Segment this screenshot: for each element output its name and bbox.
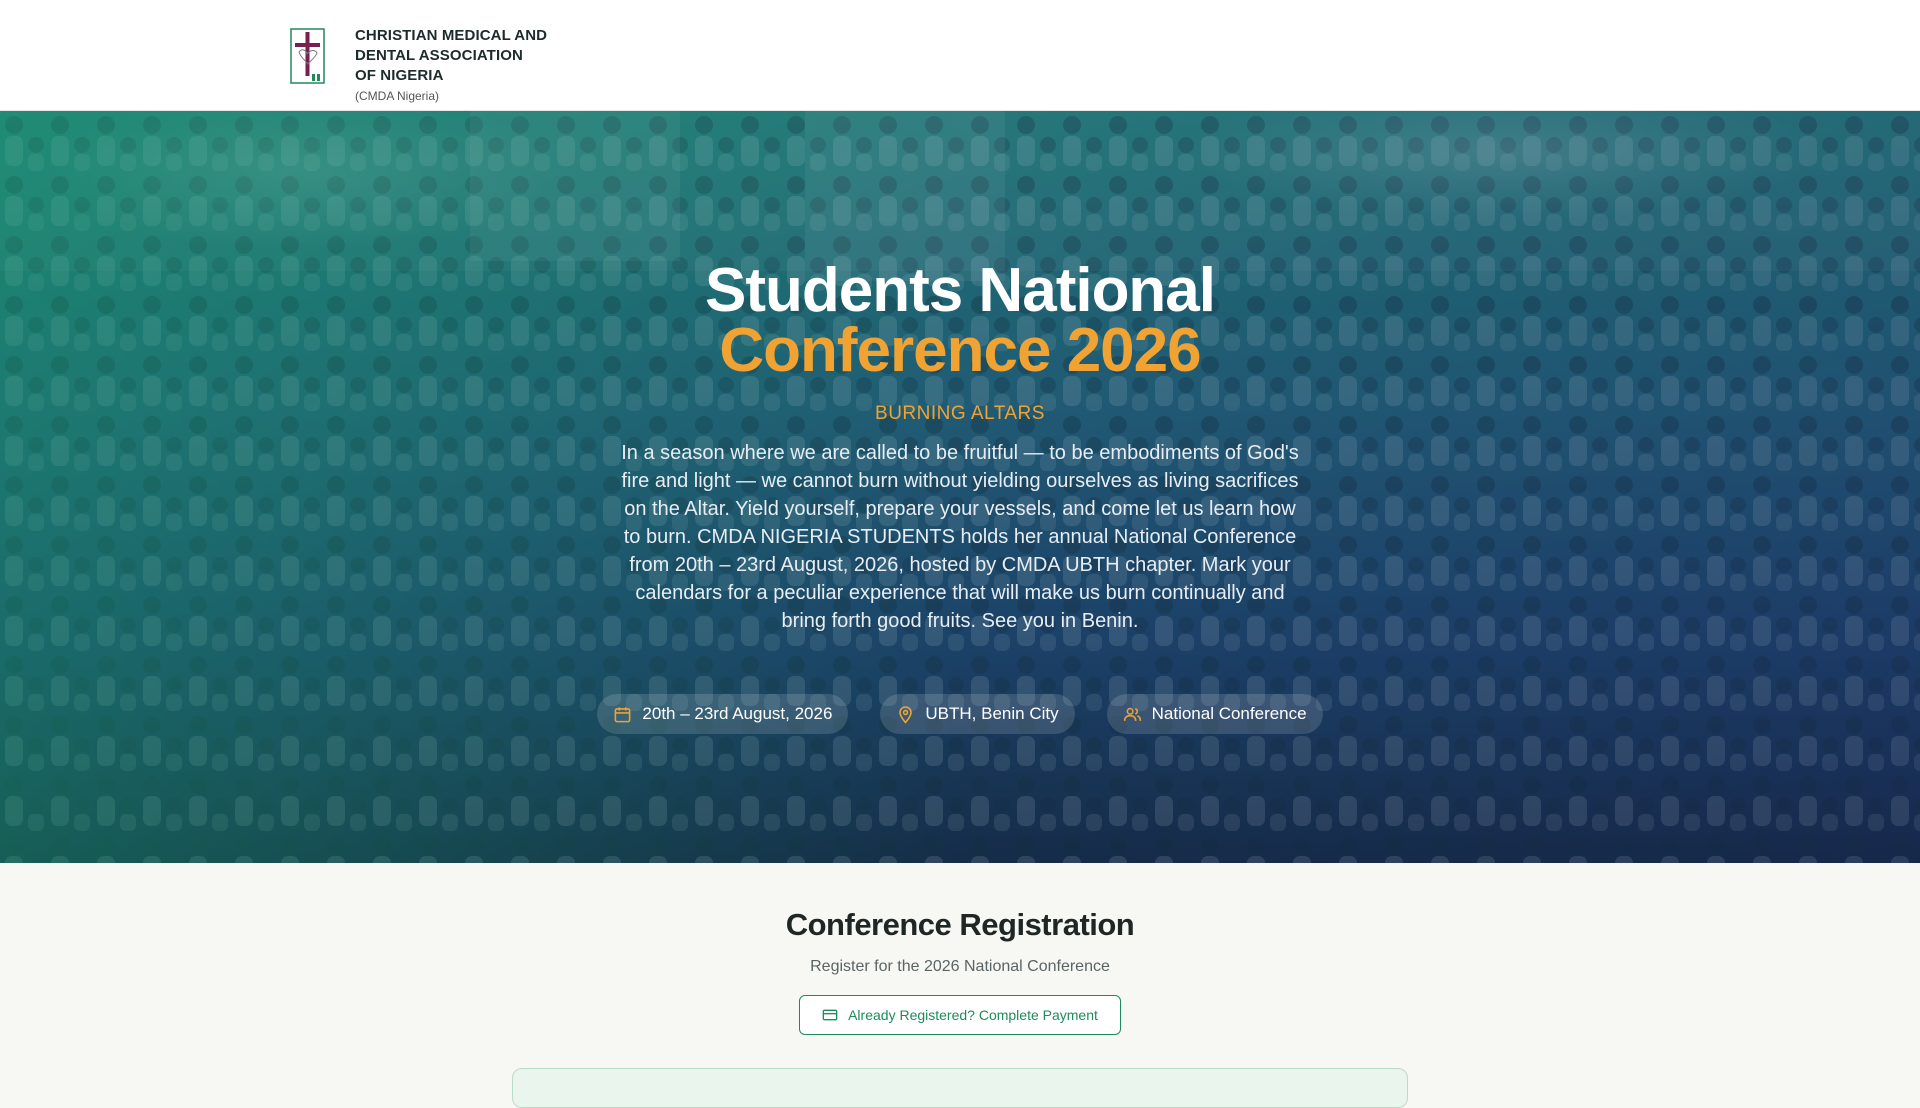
location-chip-label: UBTH, Benin City [925,704,1059,723]
event-type-chip-label: National Conference [1151,704,1307,723]
org-short-name: (CMDA Nigeria) [355,89,440,103]
date-chip: 20th – 23rd August, 2026 [597,694,849,734]
event-type-chip: National Conference [1106,694,1323,734]
credit-card-icon [822,1009,838,1021]
complete-payment-button[interactable]: Already Registered? Complete Payment [799,995,1121,1035]
conference-theme: BURNING ALTARS [875,403,1045,424]
registration-form-card [512,1068,1408,1108]
hero-title-line-1: Students National [704,256,1216,325]
location-chip: UBTH, Benin City [880,694,1075,734]
org-name-line-2: DENTAL ASSOCIATION [355,47,523,64]
hero-title-line-2: Conference 2026 [719,316,1201,385]
site-header: CHRISTIAN MEDICAL AND DENTAL ASSOCIATION… [0,0,1920,111]
users-icon [1123,707,1141,721]
hero-content: Students National Conference 2026 BURNIN… [560,260,1360,635]
brand-text: CHRISTIAN MEDICAL AND DENTAL ASSOCIATION… [355,26,547,105]
hero-title: Students National Conference 2026 [560,260,1360,385]
registration-section: Conference Registration Register for the… [0,863,1920,1108]
event-info-chips: 20th – 23rd August, 2026 UBTH, Benin Cit… [0,694,1920,734]
org-name-line-3: OF NIGERIA [355,67,444,84]
calendar-icon [614,706,631,722]
cmda-logo-icon [290,28,325,84]
registration-subtitle: Register for the 2026 National Conferenc… [810,958,1110,975]
date-chip-label: 20th – 23rd August, 2026 [642,704,833,723]
complete-payment-label: Already Registered? Complete Payment [848,1007,1098,1023]
registration-title: Conference Registration [785,907,1135,942]
org-name-line-1: CHRISTIAN MEDICAL AND [355,27,548,44]
hero-section: Students National Conference 2026 BURNIN… [0,111,1920,863]
brand-logo-link[interactable]: CHRISTIAN MEDICAL AND DENTAL ASSOCIATION… [290,26,547,105]
hero-description: In a season where we are called to be fr… [621,442,1299,632]
map-pin-icon [899,705,913,724]
